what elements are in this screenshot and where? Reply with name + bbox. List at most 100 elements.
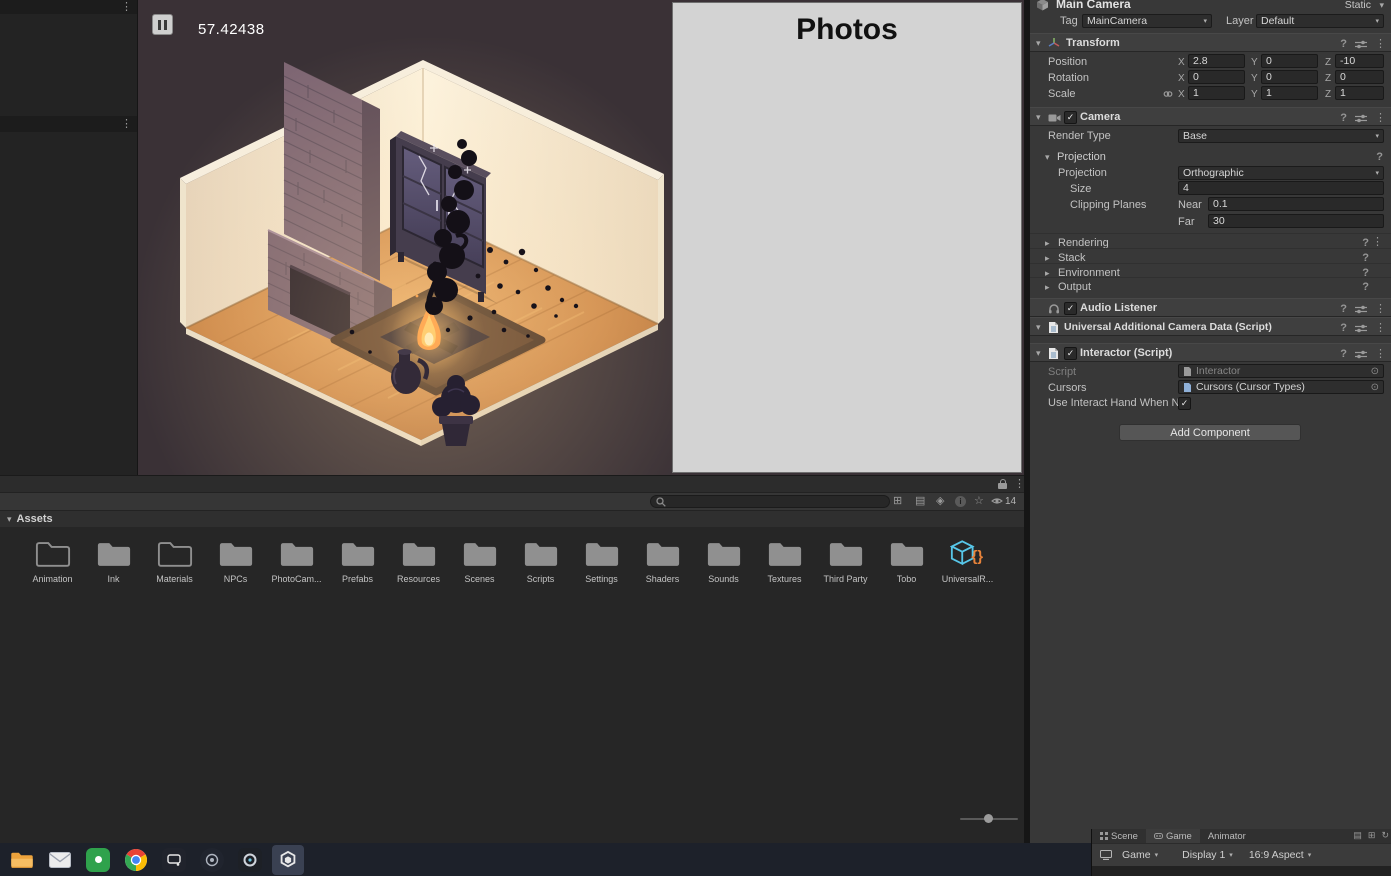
component-menu-icon[interactable]: ⋮ <box>1375 303 1386 315</box>
script-object-field[interactable]: Interactor ⊙ <box>1178 364 1384 378</box>
near-field[interactable]: 0.1 <box>1208 197 1384 211</box>
preset-icon[interactable] <box>1355 324 1367 333</box>
far-field[interactable]: 30 <box>1208 214 1384 228</box>
audio-listener-checkbox[interactable]: ✓ <box>1064 302 1077 315</box>
eye-icon[interactable] <box>991 497 1003 505</box>
static-label[interactable]: Static <box>1345 0 1371 11</box>
aspect-dropdown[interactable]: 16:9 Aspect ▾ <box>1249 849 1311 861</box>
layout-icon[interactable]: ▤ <box>1353 830 1362 841</box>
camera-enabled-checkbox[interactable]: ✓ <box>1064 111 1077 124</box>
rotation-x-field[interactable]: 0 <box>1188 70 1245 84</box>
asset-folder[interactable]: Third Party <box>815 539 876 584</box>
asset-folder[interactable]: Textures <box>754 539 815 584</box>
asset-folder[interactable]: Ink <box>83 539 144 584</box>
asset-folder[interactable]: Resources <box>388 539 449 584</box>
asset-folder[interactable]: Scenes <box>449 539 510 584</box>
game-view[interactable]: 57.42438 Photos <box>138 0 1024 475</box>
hierarchy-filter-icon[interactable]: ▤ <box>915 495 925 508</box>
taskbar-icon-dark-app-2[interactable] <box>234 845 266 875</box>
preset-icon[interactable] <box>1355 40 1367 49</box>
object-picker-icon[interactable]: ⊙ <box>1371 382 1379 393</box>
transform-component-header[interactable]: ▾ Transform ? ⋮ <box>1030 33 1391 52</box>
panel-menu-icon[interactable]: ⋮ <box>121 119 132 130</box>
tag-dropdown[interactable]: MainCamera ▾ <box>1082 14 1212 28</box>
render-type-dropdown[interactable]: Base ▾ <box>1178 129 1384 143</box>
taskbar-icon-unity-editor[interactable] <box>272 844 304 875</box>
scale-z-field[interactable]: 1 <box>1335 86 1384 100</box>
lock-icon[interactable] <box>998 479 1007 489</box>
component-menu-icon[interactable]: ⋮ <box>1375 112 1386 124</box>
tab-game[interactable]: Game <box>1145 829 1200 843</box>
tab-animator[interactable]: Animator <box>1200 829 1254 843</box>
cursors-object-field[interactable]: Cursors (Cursor Types) ⊙ <box>1178 380 1384 394</box>
focus-window-icon[interactable]: ⊞ <box>893 495 902 508</box>
refresh-icon[interactable]: ↻ <box>1381 830 1389 841</box>
camera-component-header[interactable]: ▾ ✓ Camera ? ⋮ <box>1030 107 1391 126</box>
asset-folder[interactable]: Materials <box>144 539 205 584</box>
projection-section-header[interactable]: ▾ Projection ? <box>1030 148 1391 164</box>
size-field[interactable]: 4 <box>1178 181 1384 195</box>
section-menu-icon[interactable]: ⋮ <box>1372 237 1383 248</box>
favorites-star-icon[interactable]: ☆ <box>974 495 984 508</box>
component-menu-icon[interactable]: ⋮ <box>1375 322 1386 334</box>
position-z-field[interactable]: -10 <box>1335 54 1384 68</box>
taskbar-icon-code-app[interactable] <box>158 845 190 875</box>
panel-menu-icon[interactable]: ⋮ <box>121 2 132 13</box>
search-input[interactable] <box>650 495 890 508</box>
output-foldout[interactable]: ▸ Output ? <box>1030 277 1391 294</box>
preset-icon[interactable] <box>1355 114 1367 123</box>
asset-folder[interactable]: Sounds <box>693 539 754 584</box>
audio-listener-header[interactable]: ✓ Audio Listener ? ⋮ <box>1030 298 1391 317</box>
taskbar-icon-mail[interactable] <box>44 845 76 875</box>
taskbar-icon-chrome[interactable] <box>120 845 152 875</box>
add-component-button[interactable]: Add Component <box>1119 424 1301 441</box>
help-icon[interactable]: ? <box>1340 112 1347 124</box>
layer-dropdown[interactable]: Default ▾ <box>1256 14 1384 28</box>
asset-folder[interactable]: Scripts <box>510 539 571 584</box>
game-mode-dropdown[interactable]: Game ▾ <box>1122 849 1158 861</box>
help-icon[interactable]: ? <box>1376 151 1383 163</box>
scale-y-field[interactable]: 1 <box>1261 86 1318 100</box>
taskbar-icon-green-app[interactable] <box>82 845 114 875</box>
maximize-icon[interactable]: ⊞ <box>1368 830 1376 841</box>
asset-folder[interactable]: PhotoCam... <box>266 539 327 584</box>
help-icon[interactable]: ? <box>1340 38 1347 50</box>
tab-scene[interactable]: Scene <box>1092 829 1146 843</box>
assets-foldout-icon[interactable]: ▾ <box>7 514 12 525</box>
gameobject-cube-icon[interactable] <box>1036 0 1049 11</box>
interactor-header[interactable]: ▾ ✓ Interactor (Script) ? ⋮ <box>1030 343 1391 362</box>
projection-dropdown[interactable]: Orthographic ▾ <box>1178 166 1384 180</box>
rotation-y-field[interactable]: 0 <box>1261 70 1318 84</box>
help-icon[interactable]: ? <box>1340 322 1347 334</box>
help-icon[interactable]: ? <box>1340 303 1347 315</box>
rotation-z-field[interactable]: 0 <box>1335 70 1384 84</box>
display-dropdown[interactable]: Display 1 ▾ <box>1182 849 1233 861</box>
asset-folder[interactable]: Animation <box>22 539 83 584</box>
component-menu-icon[interactable]: ⋮ <box>1375 38 1386 50</box>
preset-icon[interactable] <box>1355 305 1367 314</box>
static-caret-icon[interactable]: ▾ <box>1379 0 1384 11</box>
position-y-field[interactable]: 0 <box>1261 54 1318 68</box>
preset-icon[interactable] <box>1355 350 1367 359</box>
taskbar-icon-files[interactable] <box>6 845 38 875</box>
scale-x-field[interactable]: 1 <box>1188 86 1245 100</box>
zoom-slider-knob[interactable] <box>984 814 993 823</box>
taskbar-icon-dark-app-1[interactable] <box>196 845 228 875</box>
use-interact-hand-checkbox[interactable]: ✓ <box>1178 397 1191 410</box>
asset-folder[interactable]: Shaders <box>632 539 693 584</box>
camera-data-header[interactable]: ▾ Universal Additional Camera Data (Scri… <box>1030 317 1391 336</box>
asset-folder[interactable]: NPCs <box>205 539 266 584</box>
asset-folder[interactable]: Settings <box>571 539 632 584</box>
pause-button[interactable] <box>152 14 173 35</box>
info-icon[interactable]: i <box>955 496 966 507</box>
asset-folder[interactable]: Prefabs <box>327 539 388 584</box>
assets-breadcrumb[interactable]: ▾ Assets <box>0 510 1024 527</box>
position-x-field[interactable]: 2.8 <box>1188 54 1245 68</box>
asset-package[interactable]: {} UniversalR... <box>937 539 998 584</box>
component-menu-icon[interactable]: ⋮ <box>1375 348 1386 360</box>
asset-folder[interactable]: Tobo <box>876 539 937 584</box>
label-filter-icon[interactable]: ◈ <box>936 495 944 508</box>
object-picker-icon[interactable]: ⊙ <box>1371 366 1379 377</box>
link-icon[interactable] <box>1163 89 1173 99</box>
help-icon[interactable]: ? <box>1340 348 1347 360</box>
